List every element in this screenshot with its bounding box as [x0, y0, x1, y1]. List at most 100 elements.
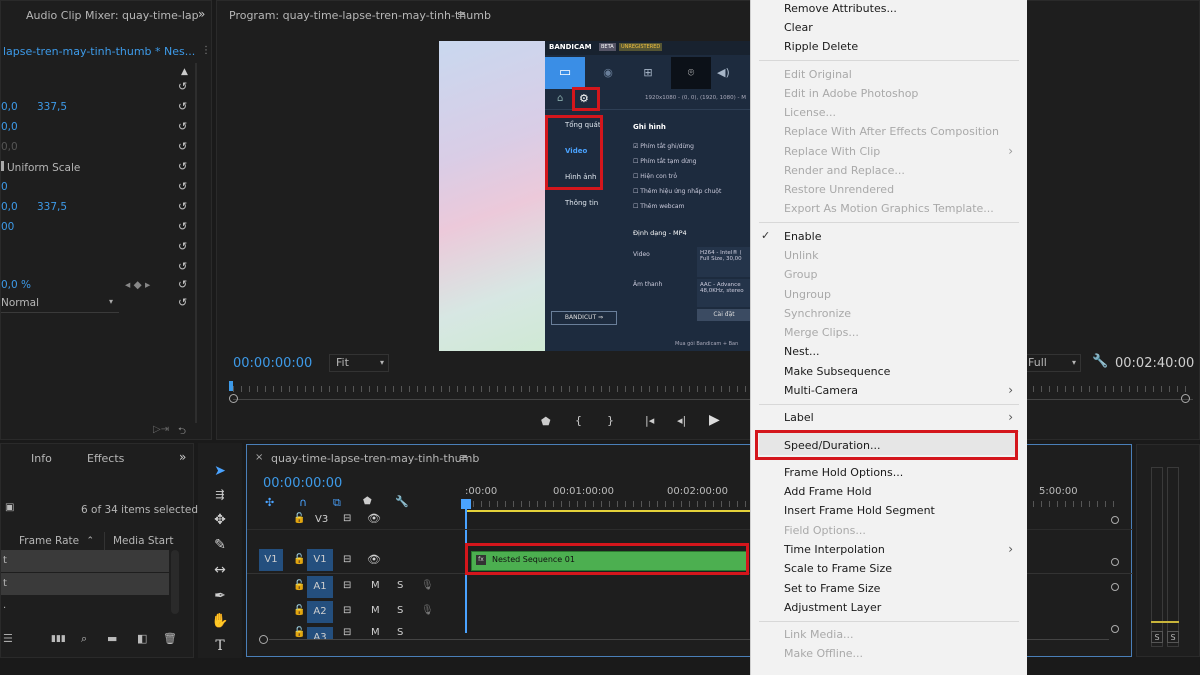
- bandicut-button[interactable]: BANDICUT ⇒: [551, 311, 617, 325]
- option-checkbox[interactable]: ☐ Thêm hiệu ứng nhấp chuột: [633, 188, 721, 195]
- playhead-head[interactable]: [461, 499, 471, 509]
- mark-out-icon[interactable]: }: [607, 414, 614, 427]
- scroll-up-icon[interactable]: ▲: [181, 67, 188, 77]
- mute-button[interactable]: M: [371, 627, 380, 638]
- buy-link[interactable]: Mua gói Bandicam + Ban: [675, 341, 738, 347]
- gamepad-icon[interactable]: ⊞: [633, 57, 663, 89]
- mic-icon[interactable]: 🎙: [421, 580, 434, 591]
- work-area-bar[interactable]: [467, 510, 751, 512]
- track-label[interactable]: A1: [307, 576, 333, 598]
- reset-icon[interactable]: ↺: [178, 221, 190, 233]
- step-back-icon[interactable]: ◂|: [677, 414, 686, 427]
- menu-item-restore-unrendered[interactable]: Restore Unrendered: [784, 183, 894, 196]
- zoom-slider-icon[interactable]: ▮▮▮: [51, 634, 66, 644]
- menu-item-render-and-replace[interactable]: Render and Replace...: [784, 164, 905, 177]
- option-checkbox[interactable]: ☐ Thêm webcam: [633, 203, 684, 210]
- scrub-bar[interactable]: [233, 399, 1193, 400]
- program-monitor-title[interactable]: Program: quay-time-lapse-tren-may-tinh-t…: [229, 9, 491, 22]
- menu-item-ripple-delete[interactable]: Ripple Delete: [784, 40, 858, 53]
- scrub-handle-left[interactable]: [229, 394, 238, 403]
- new-item-icon[interactable]: ◧: [137, 632, 147, 645]
- sync-lock-icon[interactable]: ⊟: [343, 554, 351, 565]
- webcam-box[interactable]: ⌾: [671, 57, 711, 89]
- scroll-handle[interactable]: [1111, 625, 1119, 633]
- export-icon[interactable]: ▷⇥: [153, 424, 169, 435]
- search-icon[interactable]: ⌕: [81, 632, 87, 646]
- scroll-handle[interactable]: [1111, 516, 1119, 524]
- play-icon[interactable]: ▶: [709, 412, 720, 428]
- close-icon[interactable]: ×: [255, 452, 263, 463]
- menu-item-export-mogrt[interactable]: Export As Motion Graphics Template...: [784, 202, 994, 215]
- menu-item-replace-with-clip[interactable]: Replace With Clip: [784, 145, 880, 158]
- menu-item-insert-frame-hold-segment[interactable]: Insert Frame Hold Segment: [784, 504, 935, 517]
- hand-tool-icon[interactable]: ✋: [210, 611, 230, 631]
- menu-item-merge-clips[interactable]: Merge Clips...: [784, 326, 859, 339]
- tab-info[interactable]: Info: [31, 452, 52, 465]
- lock-icon[interactable]: 🔓: [293, 627, 305, 638]
- quality-select[interactable]: Full ▾: [1021, 354, 1081, 372]
- track-label[interactable]: A2: [307, 601, 333, 623]
- reset-icon[interactable]: ↺: [178, 297, 190, 309]
- wrench-icon[interactable]: 🔧: [395, 495, 409, 508]
- menu-item-remove-attributes[interactable]: Remove Attributes...: [784, 2, 897, 15]
- menu-item-label[interactable]: Label: [784, 411, 814, 424]
- menu-item-group[interactable]: Group: [784, 268, 818, 281]
- sync-lock-icon[interactable]: ⊟: [343, 627, 351, 638]
- menu-item-scale-to-frame-size[interactable]: Scale to Frame Size: [784, 562, 892, 575]
- razor-tool-icon[interactable]: ✎: [210, 535, 230, 555]
- reset-icon[interactable]: ↺: [178, 261, 190, 273]
- source-patch-v1[interactable]: V1: [259, 549, 283, 571]
- panel-expand-icon[interactable]: »: [198, 7, 205, 21]
- time-ruler[interactable]: [233, 386, 1193, 392]
- loop-icon[interactable]: ⮌: [178, 424, 186, 441]
- column-media-start[interactable]: Media Start: [113, 535, 174, 547]
- menu-item-time-interpolation[interactable]: Time Interpolation: [784, 543, 885, 556]
- keyframe-nav-icon[interactable]: ◂ ◆ ▸: [125, 279, 150, 291]
- sync-lock-icon[interactable]: ⊟: [343, 580, 351, 591]
- reset-icon[interactable]: ↺: [178, 181, 190, 193]
- mute-button[interactable]: M: [371, 605, 380, 616]
- reset-icon[interactable]: ↺: [178, 279, 190, 291]
- menu-item-ungroup[interactable]: Ungroup: [784, 288, 831, 301]
- menu-item-edit-original[interactable]: Edit Original: [784, 68, 852, 81]
- scrub-handle-right[interactable]: [1181, 394, 1190, 403]
- snap-icon[interactable]: ∩: [299, 496, 307, 509]
- solo-button[interactable]: S: [397, 627, 403, 638]
- add-marker-icon[interactable]: ⬟: [363, 496, 372, 507]
- track-label[interactable]: V1: [307, 549, 333, 571]
- go-to-in-icon[interactable]: |◂: [645, 414, 654, 427]
- bandicam-sidebar-item[interactable]: Thông tin: [565, 199, 598, 207]
- speaker-icon[interactable]: ◀): [717, 57, 730, 89]
- scrollbar[interactable]: [171, 550, 179, 614]
- screen-record-button[interactable]: ▭: [545, 57, 585, 89]
- menu-item-license[interactable]: License...: [784, 106, 836, 119]
- scroll-handle[interactable]: [1111, 558, 1119, 566]
- lock-icon[interactable]: 🔓: [293, 513, 305, 524]
- menu-item-edit-in-photoshop[interactable]: Edit in Adobe Photoshop: [784, 87, 918, 100]
- video-settings-box[interactable]: H264 - Intel® (Full Size, 30,00: [697, 247, 751, 277]
- menu-item-multi-camera[interactable]: Multi-Camera: [784, 384, 858, 397]
- solo-button[interactable]: S: [397, 605, 403, 616]
- option-checkbox[interactable]: ☐ Hiện con trỏ: [633, 173, 677, 180]
- scroll-handle[interactable]: [1111, 583, 1119, 591]
- list-item[interactable]: .: [1, 596, 169, 616]
- panel-menu-icon[interactable]: ⋮: [201, 45, 211, 56]
- reset-icon[interactable]: ↺: [178, 161, 190, 173]
- ripple-edit-icon[interactable]: ✥: [210, 510, 230, 530]
- menu-item-make-offline[interactable]: Make Offline...: [784, 647, 863, 660]
- lock-icon[interactable]: 🔓: [293, 554, 305, 565]
- type-tool-icon[interactable]: T: [210, 636, 230, 656]
- lock-icon[interactable]: 🔓: [293, 605, 305, 616]
- menu-item-clear[interactable]: Clear: [784, 21, 813, 34]
- menu-item-make-subsequence[interactable]: Make Subsequence: [784, 365, 890, 378]
- reset-icon[interactable]: ↺: [178, 241, 190, 253]
- slip-tool-icon[interactable]: ↔: [210, 560, 230, 580]
- program-timecode[interactable]: 00:00:00:00: [233, 356, 312, 371]
- tab-effects[interactable]: Effects: [87, 452, 124, 465]
- eye-icon[interactable]: 👁: [367, 553, 381, 566]
- menu-item-nest[interactable]: Nest...: [784, 345, 820, 358]
- audio-settings-box[interactable]: AAC - Advance 48,0KHz, stereo: [697, 279, 751, 307]
- audio-clip-mixer-tab[interactable]: Audio Clip Mixer: quay-time-lap: [26, 9, 199, 22]
- solo-button[interactable]: S: [397, 580, 403, 591]
- add-marker-icon[interactable]: ⬟: [541, 415, 551, 428]
